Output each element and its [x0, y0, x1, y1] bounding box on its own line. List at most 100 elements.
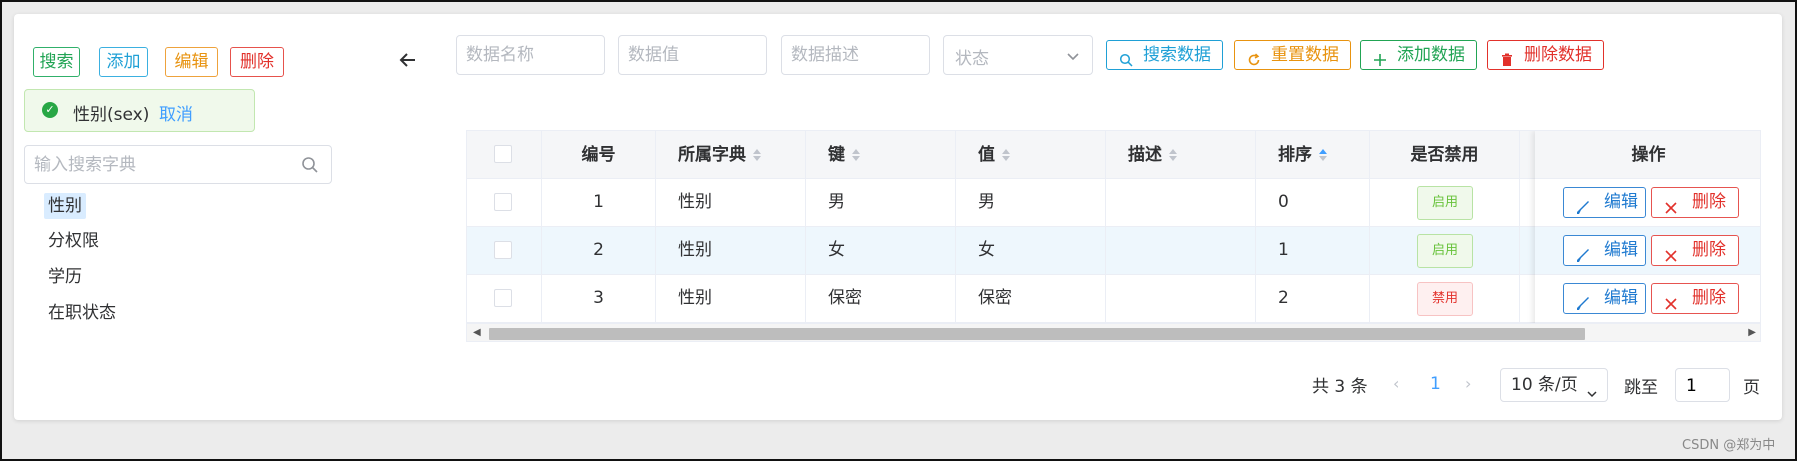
- close-icon: [1664, 196, 1678, 214]
- scroll-right-icon[interactable]: ▶: [1748, 327, 1756, 338]
- page-size-select[interactable]: 10 条/页: [1500, 368, 1608, 402]
- dict-search-button[interactable]: 搜索: [33, 47, 80, 77]
- back-arrow-icon[interactable]: [399, 48, 417, 72]
- row-delete-button[interactable]: 删除: [1651, 235, 1739, 266]
- data-name-field: [456, 35, 605, 75]
- header-sort[interactable]: 排序: [1256, 131, 1370, 179]
- watermark: CSDN @郑为中: [1682, 438, 1776, 453]
- data-table: 编号 所属字典 键 值 描述 排序 是否禁用 1 性别 男 男 0 启用 2 性…: [466, 130, 1761, 342]
- row-delete-button[interactable]: 删除: [1651, 187, 1739, 218]
- horizontal-scrollbar[interactable]: ◀ ▶: [467, 323, 1760, 341]
- header-select-cell: [467, 131, 542, 179]
- goto-page-input[interactable]: [1686, 375, 1726, 397]
- status-select[interactable]: 状态: [943, 35, 1093, 75]
- ops-row: 编辑 删除: [1535, 227, 1760, 275]
- trash-icon: [1500, 48, 1514, 66]
- page-number-current[interactable]: 1: [1430, 374, 1441, 394]
- dict-add-button[interactable]: 添加: [99, 47, 148, 77]
- data-value-input[interactable]: [628, 43, 748, 67]
- row-edit-button[interactable]: 编辑: [1563, 187, 1646, 218]
- data-name-input[interactable]: [466, 43, 586, 67]
- cell-id: 2: [542, 227, 656, 274]
- search-data-button[interactable]: 搜索数据: [1106, 40, 1223, 70]
- row-checkbox[interactable]: [494, 193, 512, 211]
- cell-key: 女: [806, 227, 956, 274]
- header-disabled: 是否禁用: [1370, 131, 1520, 179]
- tree-item-education[interactable]: 学历: [44, 264, 86, 290]
- cell-key: 男: [806, 179, 956, 226]
- selected-dict-label: 性别(sex): [73, 105, 150, 125]
- dict-edit-button[interactable]: 编辑: [165, 47, 218, 77]
- main-card: 搜索 添加 编辑 删除 ✓ 性别(sex) 取消 性别 分权限 学历 在职状态 …: [14, 14, 1782, 420]
- row-edit-button[interactable]: 编辑: [1563, 283, 1646, 314]
- cell-sort: 0: [1256, 179, 1370, 226]
- status-badge: 启用: [1417, 234, 1473, 268]
- chevron-down-icon: [1066, 48, 1080, 62]
- sort-asc-icon[interactable]: [1318, 133, 1328, 161]
- cell-sort: 2: [1256, 275, 1370, 322]
- header-value[interactable]: 值: [956, 131, 1106, 179]
- cell-value: 男: [956, 179, 1106, 226]
- cell-desc: [1106, 227, 1256, 274]
- tree-item-permission[interactable]: 分权限: [44, 228, 103, 254]
- selected-dict-alert: ✓ 性别(sex) 取消: [24, 89, 255, 132]
- cell-value: 保密: [956, 275, 1106, 322]
- prev-page-icon[interactable]: ‹: [1393, 374, 1399, 393]
- header-id: 编号: [542, 131, 656, 179]
- close-icon: [1664, 292, 1678, 310]
- ops-row: 编辑 删除: [1535, 179, 1760, 227]
- ops-row: 编辑 删除: [1535, 275, 1760, 323]
- header-ops: 操作: [1535, 131, 1760, 179]
- sort-icon[interactable]: [1001, 133, 1011, 161]
- reset-data-button[interactable]: 重置数据: [1234, 40, 1351, 70]
- dict-search-input[interactable]: [34, 152, 294, 178]
- pagination-total: 共 3 条: [1312, 377, 1368, 397]
- data-desc-input[interactable]: [791, 43, 911, 67]
- chevron-down-icon: [1586, 379, 1598, 398]
- scroll-left-icon[interactable]: ◀: [473, 327, 481, 338]
- delete-data-button[interactable]: 删除数据: [1487, 40, 1604, 70]
- plus-icon: [1373, 48, 1387, 66]
- goto-label: 跳至: [1624, 378, 1658, 398]
- header-desc[interactable]: 描述: [1106, 131, 1256, 179]
- operations-column: 操作 编辑 删除 编辑 删除 编辑 删除: [1535, 131, 1760, 341]
- next-page-icon[interactable]: ›: [1465, 374, 1471, 393]
- sort-icon[interactable]: [752, 133, 762, 161]
- status-select-placeholder: 状态: [955, 49, 989, 69]
- close-icon: [1664, 244, 1678, 262]
- tree-item-employment[interactable]: 在职状态: [44, 300, 120, 326]
- cell-value: 女: [956, 227, 1106, 274]
- dict-search-box: [24, 145, 332, 184]
- cancel-selection-link[interactable]: 取消: [159, 100, 193, 125]
- goto-page-field: [1675, 368, 1730, 402]
- select-all-checkbox[interactable]: [494, 145, 512, 163]
- cell-id: 3: [542, 275, 656, 322]
- tree-item-gender[interactable]: 性别: [44, 193, 86, 219]
- search-icon[interactable]: [301, 156, 319, 174]
- page-suffix: 页: [1743, 378, 1760, 398]
- row-delete-button[interactable]: 删除: [1651, 283, 1739, 314]
- cell-sort: 1: [1256, 227, 1370, 274]
- data-desc-field: [781, 35, 930, 75]
- sort-icon[interactable]: [851, 133, 861, 161]
- row-checkbox[interactable]: [494, 241, 512, 259]
- header-key[interactable]: 键: [806, 131, 956, 179]
- refresh-icon: [1247, 48, 1261, 66]
- cell-desc: [1106, 275, 1256, 322]
- cell-dict: 性别: [656, 275, 806, 322]
- brush-icon: [1576, 244, 1590, 262]
- row-edit-button[interactable]: 编辑: [1563, 235, 1646, 266]
- row-checkbox[interactable]: [494, 289, 512, 307]
- status-badge: 启用: [1417, 186, 1473, 220]
- cell-desc: [1106, 179, 1256, 226]
- search-icon: [1119, 48, 1133, 67]
- cell-dict: 性别: [656, 179, 806, 226]
- status-badge: 禁用: [1417, 282, 1473, 316]
- scrollbar-thumb[interactable]: [489, 328, 1585, 340]
- sort-icon[interactable]: [1168, 133, 1178, 161]
- add-data-button[interactable]: 添加数据: [1360, 40, 1477, 70]
- header-dict[interactable]: 所属字典: [656, 131, 806, 179]
- data-value-field: [618, 35, 767, 75]
- brush-icon: [1576, 196, 1590, 214]
- dict-delete-button[interactable]: 删除: [230, 47, 284, 77]
